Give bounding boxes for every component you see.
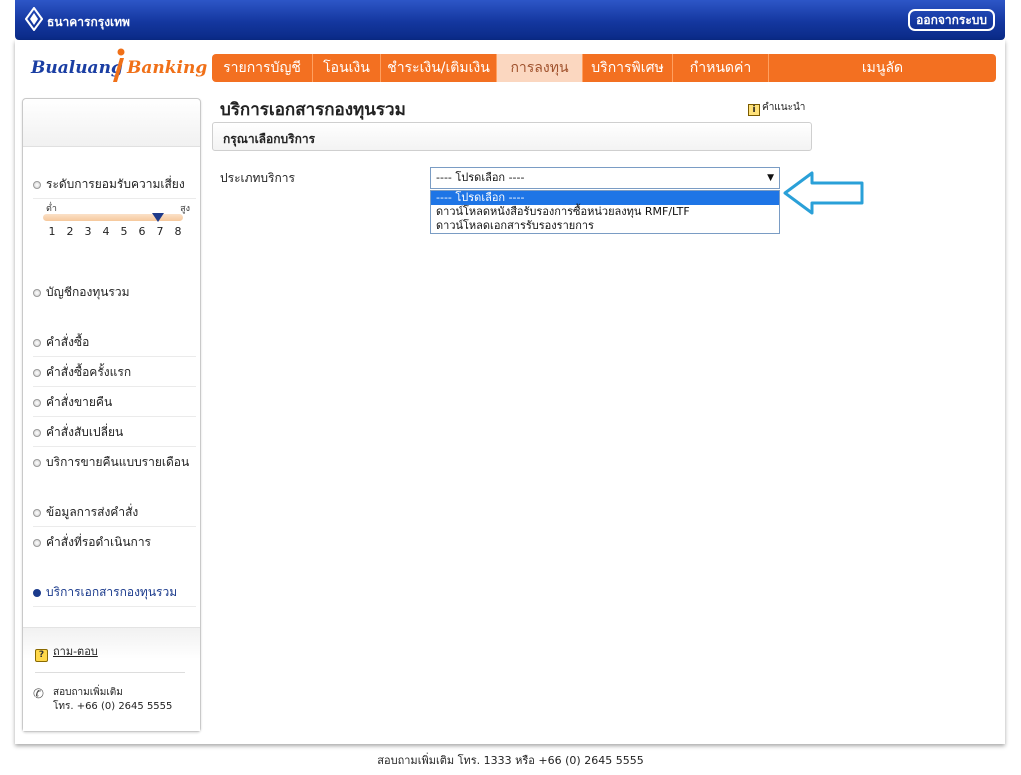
sidebar-bottom: ? ถาม-ตอบ ✆ สอบถามเพิ่มเติม โทร. +66 (0) … xyxy=(23,627,200,731)
sidebar-item[interactable]: คำสั่งซื้อ xyxy=(33,327,196,357)
brand-right-text: Banking xyxy=(127,58,208,78)
risk-numbers: 12345678 xyxy=(43,225,193,238)
risk-low-label: ต่ำ xyxy=(46,204,57,214)
main-nav: รายการบัญชี โอนเงิน ชำระเงิน/เติมเงิน การลง… xyxy=(212,54,996,82)
risk-number: 5 xyxy=(120,225,128,238)
sidebar-item[interactable]: ข้อมูลการส่งคำสั่ง xyxy=(33,497,196,527)
contact-line1: สอบถามเพิ่มเติม xyxy=(53,687,123,698)
risk-number: 7 xyxy=(156,225,164,238)
sidebar-header xyxy=(23,99,200,147)
bank-name: ธนาคารกรุงเทพ xyxy=(47,15,130,29)
nav-tab[interactable]: เมนูลัด xyxy=(769,54,996,82)
risk-number: 1 xyxy=(48,225,56,238)
section-header: กรุณาเลือกบริการ xyxy=(212,122,812,151)
sidebar-item-label: บริการขายคืนแบบรายเดือน xyxy=(46,455,190,469)
sidebar-item[interactable]: บริการเอกสารกองทุนรวม xyxy=(33,577,196,607)
help-label: คำแนะนำ xyxy=(762,102,806,113)
sidebar-item[interactable]: คำสั่งขายคืน xyxy=(33,387,196,417)
bullet-icon xyxy=(33,429,41,437)
service-type-label: ประเภทบริการ xyxy=(220,171,295,185)
dropdown-arrow-icon[interactable]: ▼ xyxy=(767,168,774,188)
bullet-icon xyxy=(33,399,41,407)
help-link[interactable]: i คำแนะนำ xyxy=(748,100,805,116)
bullet-icon xyxy=(33,589,41,597)
section-label: กรุณาเลือกบริการ xyxy=(223,132,316,146)
sidebar-item-label: คำสั่งสับเปลี่ยน xyxy=(46,425,124,439)
nav-tab[interactable]: กำหนดค่า xyxy=(673,54,769,82)
sidebar-item-label: คำสั่งซื้อ xyxy=(46,335,90,349)
bullet-icon xyxy=(33,459,41,467)
select-value: ---- โปรดเลือก ---- xyxy=(436,171,525,184)
nav-tab[interactable]: โอนเงิน xyxy=(313,54,381,82)
phone-icon: ✆ xyxy=(33,687,44,702)
bullet-icon xyxy=(33,289,41,297)
bualuang-ibanking-logo: Bualuang Banking xyxy=(31,48,207,84)
info-icon: i xyxy=(748,104,760,116)
dropdown-option[interactable]: ---- โปรดเลือก ---- xyxy=(431,191,779,205)
service-type-select[interactable]: ---- โปรดเลือก ---- ▼ xyxy=(430,167,780,189)
risk-high-label: สูง xyxy=(180,204,190,214)
bank-logo-icon xyxy=(25,7,43,31)
faq-label: ถาม-ตอบ xyxy=(53,645,98,658)
bullet-icon xyxy=(33,181,41,189)
sidebar-item[interactable]: บริการขายคืนแบบรายเดือน xyxy=(33,447,196,477)
dropdown-option[interactable]: ดาวน์โหลดหนังสือรับรองการซื้อหน่วยลงทุน … xyxy=(431,205,779,219)
bullet-icon xyxy=(33,509,41,517)
bullet-icon xyxy=(33,369,41,377)
risk-number: 6 xyxy=(138,225,146,238)
sidebar-item-risk-level[interactable]: ระดับการยอมรับความเสี่ยง xyxy=(33,169,196,199)
nav-tab[interactable]: การลงทุน xyxy=(497,54,583,82)
sidebar-item-label: บริการเอกสารกองทุนรวม xyxy=(46,585,178,599)
sidebar-item[interactable]: คำสั่งที่รอดำเนินการ xyxy=(33,527,196,557)
top-header-bar: ธนาคารกรุงเทพ ออกจากระบบ xyxy=(15,0,1005,40)
logout-button[interactable]: ออกจากระบบ xyxy=(908,9,995,31)
sidebar-item-label: คำสั่งที่รอดำเนินการ xyxy=(46,535,151,549)
left-arrow-annotation-icon xyxy=(783,171,864,215)
risk-label: ระดับการยอมรับความเสี่ยง xyxy=(46,177,185,191)
main-panel: Bualuang Banking รายการบัญชี โอนเงิน ชำระเ… xyxy=(15,40,1005,744)
sidebar-item-label: คำสั่งขายคืน xyxy=(46,395,113,409)
footer-contact: สอบถามเพิ่มเติม โทร. 1333 หรือ +66 (0) 2… xyxy=(377,754,644,767)
sidebar-item-label: ข้อมูลการส่งคำสั่ง xyxy=(46,505,139,519)
page-title: บริการเอกสารกองทุนรวม xyxy=(220,100,406,120)
service-type-options: ---- โปรดเลือก ---- ดาวน์โหลดหนังสือรับรอ… xyxy=(430,190,780,234)
risk-marker-icon xyxy=(152,213,164,222)
bullet-icon xyxy=(33,339,41,347)
question-icon: ? xyxy=(35,649,48,662)
divider xyxy=(35,672,185,673)
sidebar-item[interactable]: คำสั่งสับเปลี่ยน xyxy=(33,417,196,447)
brand-i-icon xyxy=(113,48,125,82)
contact-line2: โทร. +66 (0) 2645 5555 xyxy=(53,701,173,712)
risk-number: 4 xyxy=(102,225,110,238)
dropdown-option[interactable]: ดาวน์โหลดเอกสารรับรองรายการ xyxy=(431,219,779,233)
risk-number: 2 xyxy=(66,225,74,238)
faq-link[interactable]: ? ถาม-ตอบ xyxy=(35,642,98,662)
nav-tab[interactable]: ชำระเงิน/เติมเงิน xyxy=(381,54,497,82)
sidebar-item-label: คำสั่งซื้อครั้งแรก xyxy=(46,365,132,379)
risk-number: 8 xyxy=(174,225,182,238)
nav-tab[interactable]: บริการพิเศษ xyxy=(583,54,673,82)
sidebar: ระดับการยอมรับความเสี่ยง ต่ำ สูง 1234567… xyxy=(22,98,201,732)
bullet-icon xyxy=(33,539,41,547)
risk-number: 3 xyxy=(84,225,92,238)
sidebar-item-label: บัญชีกองทุนรวม xyxy=(46,285,130,299)
sidebar-item[interactable]: บัญชีกองทุนรวม xyxy=(33,277,196,307)
risk-scale: ต่ำ สูง 12345678 xyxy=(43,201,193,241)
nav-tab[interactable]: รายการบัญชี xyxy=(212,54,313,82)
sidebar-item[interactable]: คำสั่งซื้อครั้งแรก xyxy=(33,357,196,387)
